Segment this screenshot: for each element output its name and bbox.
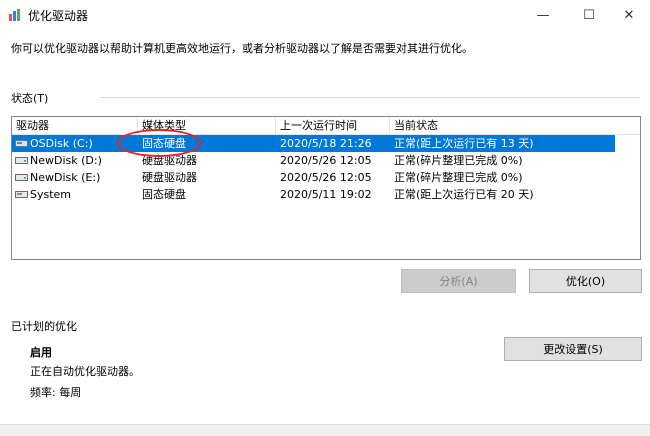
drive-last-run: 2020/5/18 21:26 bbox=[280, 137, 372, 150]
schedule-frequency: 频率: 每周 bbox=[30, 386, 82, 399]
hdd-drive-icon bbox=[15, 174, 28, 181]
drive-name: OSDisk (C:) bbox=[30, 137, 93, 150]
annotation-circle bbox=[117, 129, 201, 157]
drive-row-c[interactable]: OSDisk (C:) 固态硬盘 2020/5/18 21:26 正常(距上次运… bbox=[12, 135, 615, 152]
close-button[interactable]: ✕ bbox=[606, 0, 650, 30]
window-title: 优化驱动器 bbox=[28, 9, 89, 23]
analyze-button[interactable]: 分析(A) bbox=[401, 269, 516, 293]
drive-list[interactable]: 驱动器 媒体类型 上一次运行时间 当前状态 OSDisk (C:) 固态硬盘 2… bbox=[11, 116, 641, 260]
drive-name: NewDisk (E:) bbox=[30, 171, 101, 184]
optimize-button[interactable]: 优化(O) bbox=[529, 269, 642, 293]
defrag-app-icon bbox=[9, 9, 20, 21]
schedule-state: 启用 bbox=[30, 346, 52, 359]
drive-status: 正常(碎片整理已完成 0%) bbox=[394, 154, 523, 167]
status-divider bbox=[100, 97, 640, 98]
drive-row-system[interactable]: System 固态硬盘 2020/5/11 19:02 正常(距上次运行已有 2… bbox=[12, 186, 615, 203]
list-header: 驱动器 媒体类型 上一次运行时间 当前状态 bbox=[12, 117, 640, 135]
drive-row-e[interactable]: NewDisk (E:) 硬盘驱动器 2020/5/26 12:05 正常(碎片… bbox=[12, 169, 615, 186]
drive-media-type: 硬盘驱动器 bbox=[142, 171, 197, 184]
minimize-button[interactable]: — bbox=[520, 0, 566, 30]
drive-row-d[interactable]: NewDisk (D:) 硬盘驱动器 2020/5/26 12:05 正常(碎片… bbox=[12, 152, 615, 169]
drive-name: NewDisk (D:) bbox=[30, 154, 102, 167]
scheduled-optimization-label: 已计划的优化 bbox=[11, 320, 77, 333]
column-header-current-status[interactable]: 当前状态 bbox=[390, 117, 640, 135]
column-header-drive[interactable]: 驱动器 bbox=[12, 117, 138, 135]
column-header-last-run[interactable]: 上一次运行时间 bbox=[276, 117, 390, 135]
ssd-drive-icon bbox=[15, 140, 28, 147]
drive-last-run: 2020/5/26 12:05 bbox=[280, 171, 372, 184]
bottom-bar bbox=[0, 424, 650, 436]
change-settings-button[interactable]: 更改设置(S) bbox=[504, 337, 642, 361]
ssd-drive-icon bbox=[15, 191, 28, 198]
drive-status: 正常(碎片整理已完成 0%) bbox=[394, 171, 523, 184]
drive-last-run: 2020/5/26 12:05 bbox=[280, 154, 372, 167]
drive-media-type: 固态硬盘 bbox=[142, 188, 186, 201]
hdd-drive-icon bbox=[15, 157, 28, 164]
title-bar: 优化驱动器 — ☐ ✕ bbox=[0, 0, 650, 30]
status-label: 状态(T) bbox=[11, 92, 49, 105]
drive-status: 正常(距上次运行已有 13 天) bbox=[394, 137, 534, 150]
drive-status: 正常(距上次运行已有 20 天) bbox=[394, 188, 534, 201]
intro-text: 你可以优化驱动器以帮助计算机更高效地运行，或者分析驱动器以了解是否需要对其进行优… bbox=[11, 42, 473, 55]
drive-last-run: 2020/5/11 19:02 bbox=[280, 188, 372, 201]
drive-name: System bbox=[30, 188, 72, 201]
schedule-auto-text: 正在自动优化驱动器。 bbox=[30, 365, 140, 378]
